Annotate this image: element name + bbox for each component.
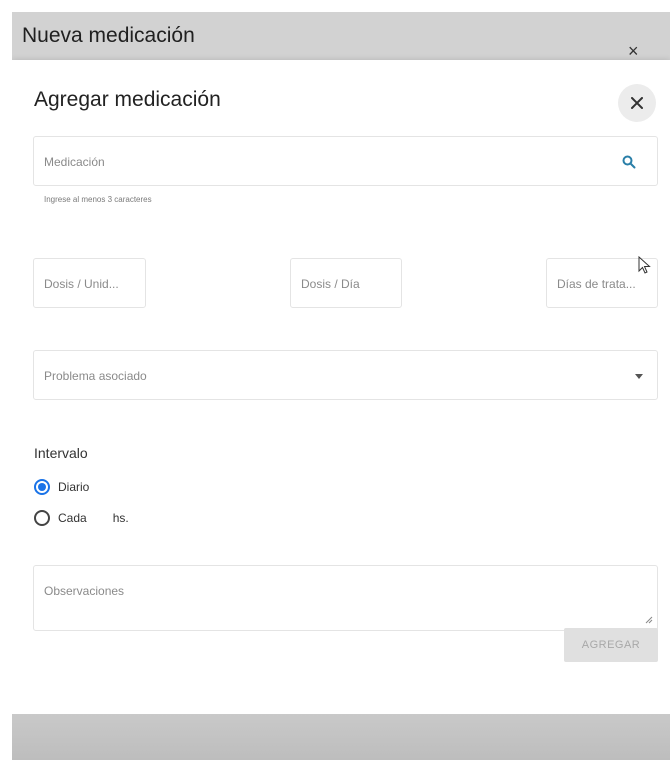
radio-checked-icon[interactable] [34, 479, 50, 495]
add-medication-dialog: Agregar medicación Medicación Ingrese al… [12, 60, 670, 714]
observations-textarea[interactable]: Observaciones [33, 565, 658, 631]
dialog-title: Agregar medicación [34, 88, 221, 111]
interval-option-every[interactable]: Cada hs. [34, 510, 129, 526]
dose-day-field[interactable]: Dosis / Día [290, 258, 402, 308]
medication-input-placeholder: Medicación [44, 155, 105, 169]
associated-problem-select[interactable]: Problema asociado [33, 350, 658, 400]
backdrop-top [0, 0, 670, 12]
radio-unchecked-icon[interactable] [34, 510, 50, 526]
dose-day-placeholder: Dosis / Día [301, 277, 360, 291]
caret-down-icon [635, 374, 643, 379]
close-button[interactable] [618, 84, 656, 122]
treatment-days-placeholder: Días de trata... [557, 277, 636, 291]
add-button[interactable]: AGREGAR [564, 628, 658, 662]
interval-hours-suffix: hs. [112, 511, 129, 525]
backdrop-bottom [0, 714, 670, 760]
interval-option-daily-label: Diario [58, 480, 90, 494]
interval-option-daily[interactable]: Diario [34, 479, 89, 495]
medication-hint: Ingrese al menos 3 caracteres [44, 195, 152, 204]
medication-search-field[interactable]: Medicación [33, 136, 658, 186]
dose-unit-placeholder: Dosis / Unid... [44, 277, 119, 291]
close-icon [631, 97, 643, 109]
dose-unit-field[interactable]: Dosis / Unid... [33, 258, 146, 308]
associated-problem-placeholder: Problema asociado [44, 369, 147, 383]
background-close-icon[interactable]: × [628, 42, 639, 60]
interval-option-every-label: Cada [58, 511, 87, 525]
background-dialog-title: Nueva medicación [22, 24, 195, 47]
mouse-pointer-icon [638, 256, 651, 274]
interval-label: Intervalo [34, 445, 88, 461]
backdrop-left [0, 0, 12, 760]
search-icon[interactable] [622, 155, 636, 169]
resize-handle-icon[interactable] [645, 616, 653, 624]
observations-placeholder: Observaciones [44, 584, 125, 598]
